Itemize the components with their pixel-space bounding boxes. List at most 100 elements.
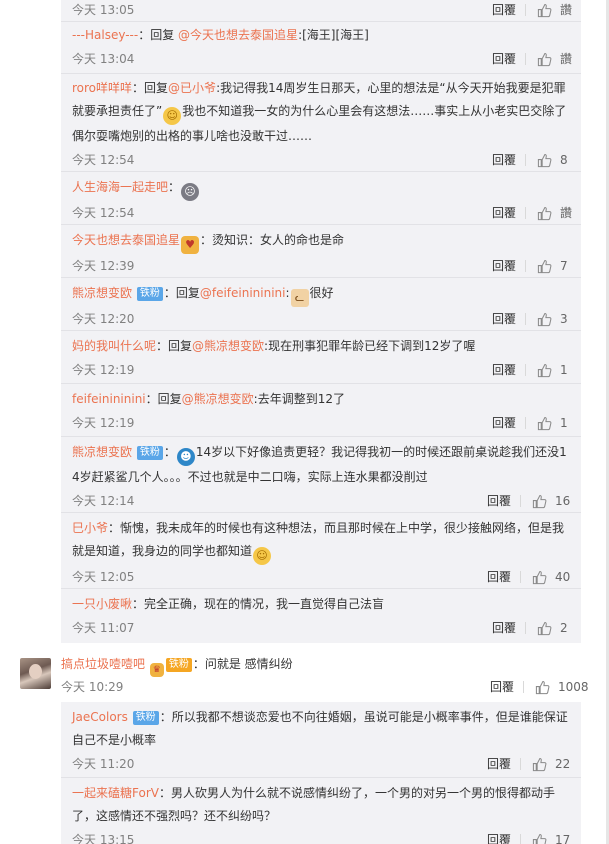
comment-time: 今天 11:07	[72, 621, 135, 635]
sub-comment: 妈的我叫什么呢：回复@熊凉想变欧:现在刑事犯罪年龄已经下调到12岁了喔 今天 1…	[61, 331, 581, 384]
reply-button[interactable]: 回覆	[492, 150, 516, 170]
username-link[interactable]: 人生海海一起走吧	[72, 180, 168, 194]
divider	[525, 260, 526, 272]
like-count: 讚	[560, 3, 573, 17]
reply-button[interactable]: 回覆	[492, 203, 516, 223]
heart-eyes-emoji-icon: ♥	[181, 236, 200, 254]
divider	[525, 364, 526, 376]
like-button[interactable]: 2	[537, 618, 568, 638]
sub-comment: feifeinininini：回复@熊凉想变欧:去年调整到12了 今天 12:1…	[61, 384, 581, 437]
like-count: 讚	[560, 206, 573, 220]
mention-link[interactable]: @熊凉想变欧	[182, 392, 254, 406]
like-button[interactable]: 8	[537, 150, 568, 170]
comment-feed: 今天 13:05 回覆 讚 ---Halsey---：回复 @今天也想去泰国追星…	[0, 0, 609, 844]
like-button[interactable]: 40	[532, 567, 570, 587]
divider	[520, 571, 521, 583]
fan-badge: 铁粉	[136, 446, 163, 460]
thumbs-up-icon	[537, 153, 552, 167]
username-link[interactable]: roro咩咩咩	[72, 81, 132, 95]
divider	[525, 53, 526, 65]
mention-link[interactable]: @今天也想去泰国追星	[178, 28, 298, 42]
like-button[interactable]: 3	[537, 309, 568, 329]
like-button[interactable]: 22	[532, 754, 570, 774]
sub-comment: 人生海海一起走吧： ☹ 今天 12:54 回覆 讚	[61, 172, 581, 225]
username-link[interactable]: 一起来磕糖ForV	[72, 786, 159, 800]
username-link[interactable]: 今天也想去泰国追星	[72, 233, 180, 247]
comment-time: 今天 12:54	[72, 153, 135, 167]
mention-link[interactable]: @feifeinininini	[200, 286, 286, 300]
comment-time: 今天 13:15	[72, 833, 135, 844]
sub-comment: 一只小废啾：完全正确，现在的情况，我一直觉得自己法盲 今天 11:07 回覆 2	[61, 589, 581, 643]
like-count: 讚	[560, 52, 573, 66]
username-link[interactable]: 熊凉想变欧	[72, 286, 132, 300]
like-count: 16	[555, 494, 571, 508]
sub-comment: 熊凉想变欧 铁粉： ☻ 14岁以下好像追责更轻？我记得我初一的时候还跟前桌说趁我们还…	[61, 437, 581, 513]
mention-link[interactable]: @已小爷	[168, 81, 216, 95]
reply-button[interactable]: 回覆	[492, 413, 516, 433]
comment-time: 今天 12:19	[72, 416, 135, 430]
username-link[interactable]: ---Halsey---	[72, 28, 138, 42]
reply-button[interactable]: 回覆	[492, 360, 516, 380]
comment-time: 今天 12:05	[72, 570, 135, 584]
reply-button[interactable]: 回覆	[487, 567, 511, 587]
thumbs-up-icon	[537, 416, 552, 430]
like-button[interactable]: 1	[537, 360, 568, 380]
top-level-comment: 搞点垃圾噎噎吧 ♛ 铁粉 ：问就是 感情纠纷 今天 10:29 回覆 1008	[0, 650, 590, 702]
like-button[interactable]: 讚	[537, 203, 572, 223]
thumbs-up-icon	[537, 312, 552, 326]
sub-comment-list: 今天 13:05 回覆 讚 ---Halsey---：回复 @今天也想去泰国追星…	[61, 0, 581, 643]
like-button[interactable]: 7	[537, 256, 568, 276]
divider	[525, 4, 526, 16]
comment-time: 今天 12:39	[72, 259, 135, 273]
fan-badge: 铁粉	[136, 287, 163, 301]
comment-time: 今天 12:14	[72, 494, 135, 508]
reply-button[interactable]: 回覆	[490, 677, 514, 697]
like-count: 1	[560, 363, 568, 377]
like-button[interactable]: 讚	[537, 0, 572, 20]
thumbs-up-icon	[532, 833, 547, 844]
thumbs-up-icon	[537, 621, 552, 635]
reply-button[interactable]: 回覆	[487, 491, 511, 511]
reply-button[interactable]: 回覆	[487, 830, 511, 844]
username-link[interactable]: 一只小废啾	[72, 597, 132, 611]
like-button[interactable]: 17	[532, 830, 570, 844]
divider	[520, 758, 521, 770]
username-link[interactable]: JaeColors	[72, 710, 128, 724]
divider	[525, 622, 526, 634]
divider	[523, 681, 524, 693]
sub-comment: 熊凉想变欧 铁粉 ：回复@feifeinininini: ᓚ 很好 今天 12:20 …	[61, 278, 581, 331]
username-link[interactable]: 搞点垃圾噎噎吧	[61, 657, 145, 671]
thumbs-up-icon	[537, 259, 552, 273]
skull-emoji-icon: ☹	[181, 183, 200, 201]
sub-comment: 今天 13:05 回覆 讚	[61, 0, 581, 22]
like-button[interactable]: 讚	[537, 49, 572, 69]
comment-time: 今天 12:54	[72, 206, 135, 220]
like-button[interactable]: 1008	[535, 677, 589, 697]
thumbs-up-icon	[537, 363, 552, 377]
like-button[interactable]: 1	[537, 413, 568, 433]
username-link[interactable]: 巳小爷	[72, 521, 108, 535]
mention-link[interactable]: @熊凉想变欧	[192, 339, 264, 353]
divider	[525, 207, 526, 219]
reply-button[interactable]: 回覆	[492, 256, 516, 276]
divider	[525, 154, 526, 166]
like-count: 40	[555, 570, 571, 584]
sub-comment: ---Halsey---：回复 @今天也想去泰国追星:[海王][海王] 今天 1…	[61, 22, 581, 74]
sub-comment: 今天也想去泰国追星 ♥ ：烫知识：女人的命也是命 今天 12:39 回覆 7	[61, 225, 581, 278]
reply-button[interactable]: 回覆	[487, 754, 511, 774]
comment-time: 今天 13:05	[72, 3, 135, 17]
reply-button[interactable]: 回覆	[492, 309, 516, 329]
username-link[interactable]: feifeinininini	[72, 392, 146, 406]
reply-button[interactable]: 回覆	[492, 49, 516, 69]
sub-comment-list: JaeColors 铁粉 ：所以我都不想谈恋爱也不向往婚姻，虽说可能是小概率事件，…	[61, 702, 581, 844]
avatar[interactable]	[20, 658, 51, 689]
crown-emoji-icon: ♛	[149, 663, 164, 677]
username-link[interactable]: 妈的我叫什么呢	[72, 339, 156, 353]
username-link[interactable]: 熊凉想变欧	[72, 445, 132, 459]
like-count: 1008	[558, 680, 589, 694]
thumbs-up-icon	[537, 206, 552, 220]
like-button[interactable]: 16	[532, 491, 570, 511]
reply-button[interactable]: 回覆	[492, 0, 516, 20]
divider	[520, 495, 521, 507]
reply-button[interactable]: 回覆	[492, 618, 516, 638]
